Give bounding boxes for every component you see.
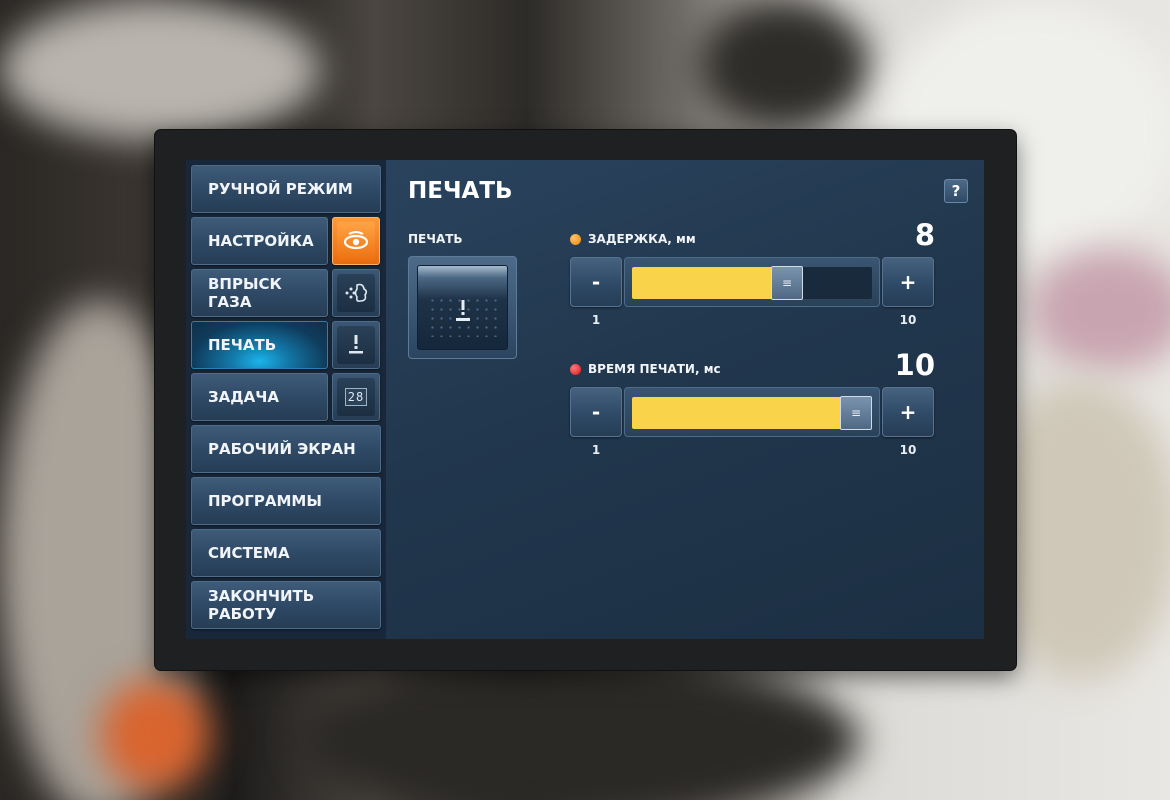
slider-thumb[interactable]: ≡ xyxy=(840,396,872,430)
main-panel: ПЕЧАТЬ ? ПЕЧАТЬ ЗАДЕРЖКА, мм 8 - ≡ + 1 1… xyxy=(386,160,984,639)
gas-injection-icon xyxy=(337,274,375,312)
help-button[interactable]: ? xyxy=(944,179,968,203)
delay-label: ЗАДЕРЖКА, мм xyxy=(570,232,696,246)
nav-settings-icon-button[interactable] xyxy=(332,217,380,265)
nav-task-icon-button[interactable]: 28 xyxy=(332,373,380,421)
delay-value: 8 xyxy=(914,218,935,252)
nav-programs[interactable]: ПРОГРАММЫ xyxy=(191,477,381,525)
print-time-min: 1 xyxy=(591,443,601,457)
print-time-minus-button[interactable]: - xyxy=(570,387,622,437)
delay-label-text: ЗАДЕРЖКА, мм xyxy=(588,232,696,246)
page-title: ПЕЧАТЬ xyxy=(408,178,513,204)
nav-gas-injection-icon-button[interactable] xyxy=(332,269,380,317)
nav-finish-work[interactable]: ЗАКОНЧИТЬ РАБОТУ xyxy=(191,581,381,629)
print-button[interactable] xyxy=(408,256,517,359)
delay-indicator-dot xyxy=(570,233,581,245)
print-time-label-text: ВРЕМЯ ПЕЧАТИ, мс xyxy=(588,362,721,376)
print-time-label: ВРЕМЯ ПЕЧАТИ, мс xyxy=(570,362,721,376)
delay-minus-button[interactable]: - xyxy=(570,257,622,307)
nav-work-screen[interactable]: РАБОЧИЙ ЭКРАН xyxy=(191,425,381,473)
delay-max: 10 xyxy=(899,313,917,327)
print-time-max: 10 xyxy=(899,443,917,457)
slider-track: ≡ xyxy=(632,266,872,300)
nav-settings[interactable]: НАСТРОЙКА xyxy=(191,217,328,265)
counter-icon-digits: 28 xyxy=(344,388,368,406)
print-button-face xyxy=(417,265,508,350)
nav-print-icon-button[interactable] xyxy=(332,321,380,369)
delay-slider[interactable]: ≡ xyxy=(624,257,880,307)
nav-gas-injection[interactable]: ВПРЫСК ГАЗА xyxy=(191,269,328,317)
slider-fill xyxy=(632,267,787,299)
print-time-plus-button[interactable]: + xyxy=(882,387,934,437)
stamp-icon xyxy=(337,326,375,364)
nav-system[interactable]: СИСТЕМА xyxy=(191,529,381,577)
nav-print[interactable]: ПЕЧАТЬ xyxy=(191,321,328,369)
sidebar: РУЧНОЙ РЕЖИМ НАСТРОЙКА ВПРЫСК ГАЗА ПЕЧАТ… xyxy=(186,160,386,639)
print-time-slider[interactable]: ≡ xyxy=(624,387,880,437)
print-time-indicator-dot xyxy=(570,363,581,375)
slider-thumb[interactable]: ≡ xyxy=(771,266,803,300)
eye-icon xyxy=(337,222,375,260)
device-screen: РУЧНОЙ РЕЖИМ НАСТРОЙКА ВПРЫСК ГАЗА ПЕЧАТ… xyxy=(186,160,984,639)
print-time-value: 10 xyxy=(894,348,935,382)
stamp-icon xyxy=(418,298,507,331)
counter-icon: 28 xyxy=(337,378,375,416)
slider-fill xyxy=(632,397,856,429)
delay-min: 1 xyxy=(591,313,601,327)
nav-manual-mode[interactable]: РУЧНОЙ РЕЖИМ xyxy=(191,165,381,213)
print-label: ПЕЧАТЬ xyxy=(408,232,463,246)
nav-task[interactable]: ЗАДАЧА xyxy=(191,373,328,421)
delay-plus-button[interactable]: + xyxy=(882,257,934,307)
slider-track: ≡ xyxy=(632,396,872,430)
